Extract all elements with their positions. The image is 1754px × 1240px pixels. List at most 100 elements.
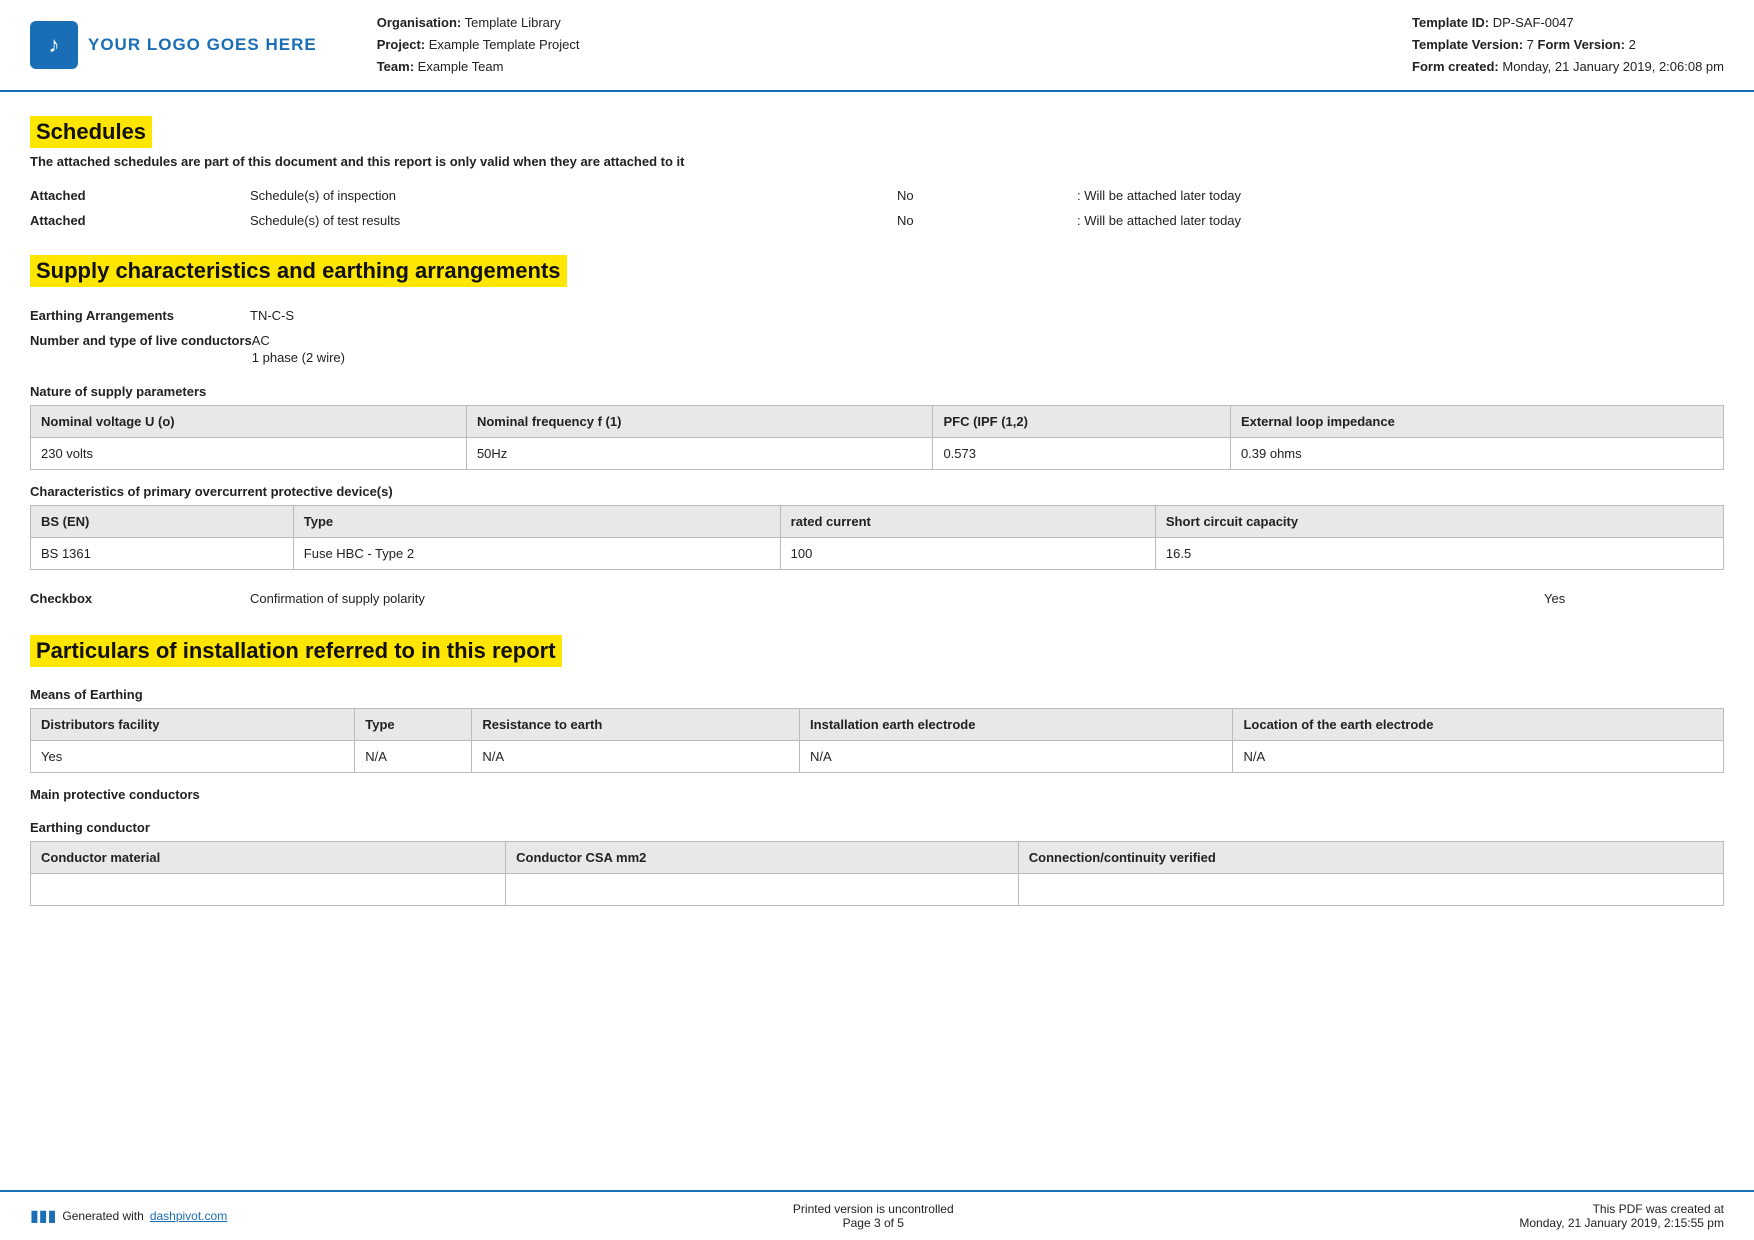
earthing-value: TN-C-S [250,308,1724,323]
earthing-conductor-label: Earthing conductor [30,820,1724,835]
overcurrent-col-3: Short circuit capacity [1155,506,1723,538]
schedule-row-1: Attached Schedule(s) of inspection No : … [30,183,1724,208]
earthing-col-0: Conductor material [31,842,506,874]
earthing-header-row: Conductor material Conductor CSA mm2 Con… [31,842,1724,874]
footer-left: ▮▮▮ Generated with dashpivot.com [30,1206,227,1226]
earthing-label: Earthing Arrangements [30,308,250,323]
supply-cell-0-2: 0.573 [933,438,1230,470]
overcurrent-col-2: rated current [780,506,1155,538]
header-right-info: Template ID: DP-SAF-0047 Template Versio… [1412,12,1724,78]
nature-label: Nature of supply parameters [30,384,1724,399]
overcurrent-label: Characteristics of primary overcurrent p… [30,484,1724,499]
supply-col-1: Nominal frequency f (1) [466,406,933,438]
earthing-empty-0 [31,874,506,906]
supply-title: Supply characteristics and earthing arra… [30,255,567,287]
overcurrent-cell-0-3: 16.5 [1155,538,1723,570]
particulars-section: Particulars of installation referred to … [30,635,1724,906]
means-col-1: Type [355,709,472,741]
conductors-value: AC 1 phase (2 wire) [252,333,1724,365]
header-center-info: Organisation: Template Library Project: … [337,12,1392,78]
footer-right: This PDF was created at Monday, 21 Janua… [1519,1202,1724,1230]
schedule-description-1: Schedule(s) of inspection [250,188,897,203]
earthing-empty-1 [506,874,1019,906]
schedule-description-2: Schedule(s) of test results [250,213,897,228]
checkbox-description: Confirmation of supply polarity [250,591,1544,606]
means-table-row: Yes N/A N/A N/A N/A [31,741,1724,773]
main-conductors-label: Main protective conductors [30,787,1724,802]
conductors-row: Number and type of live conductors AC 1 … [30,328,1724,370]
page-header: ♪ YOUR LOGO GOES HERE Organisation: Temp… [0,0,1754,92]
means-cell-0-4: N/A [1233,741,1724,773]
means-col-3: Installation earth electrode [800,709,1233,741]
supply-table-header-row: Nominal voltage U (o) Nominal frequency … [31,406,1724,438]
supply-col-0: Nominal voltage U (o) [31,406,467,438]
footer-center: Printed version is uncontrolled Page 3 o… [793,1202,954,1230]
earthing-row: Earthing Arrangements TN-C-S [30,303,1724,328]
overcurrent-col-0: BS (EN) [31,506,294,538]
means-col-4: Location of the earth electrode [1233,709,1724,741]
schedule-label-1: Attached [30,188,250,203]
overcurrent-header-row: BS (EN) Type rated current Short circuit… [31,506,1724,538]
created-label: This PDF was created at [1519,1202,1724,1216]
form-created-line: Form created: Monday, 21 January 2019, 2… [1412,56,1724,78]
project-line: Project: Example Template Project [377,34,1392,56]
checkbox-value: Yes [1544,591,1724,606]
dashpivot-link[interactable]: dashpivot.com [150,1209,227,1223]
uncontrolled-label: Printed version is uncontrolled [793,1202,954,1216]
schedule-label-2: Attached [30,213,250,228]
earthing-col-2: Connection/continuity verified [1018,842,1723,874]
earthing-conductor-table: Conductor material Conductor CSA mm2 Con… [30,841,1724,906]
means-cell-0-1: N/A [355,741,472,773]
logo-text: YOUR LOGO GOES HERE [88,35,317,55]
logo-area: ♪ YOUR LOGO GOES HERE [30,12,317,78]
means-header-row: Distributors facility Type Resistance to… [31,709,1724,741]
means-label: Means of Earthing [30,687,1724,702]
means-cell-0-2: N/A [472,741,800,773]
overcurrent-table: BS (EN) Type rated current Short circuit… [30,505,1724,570]
supply-table-row: 230 volts 50Hz 0.573 0.39 ohms [31,438,1724,470]
particulars-title: Particulars of installation referred to … [30,635,562,667]
main-content: Schedules The attached schedules are par… [0,92,1754,940]
page-number: Page 3 of 5 [793,1216,954,1230]
overcurrent-col-1: Type [293,506,780,538]
earthing-table-empty-row [31,874,1724,906]
schedule-row-2: Attached Schedule(s) of test results No … [30,208,1724,233]
means-cell-0-3: N/A [800,741,1233,773]
overcurrent-cell-0-1: Fuse HBC - Type 2 [293,538,780,570]
conductors-label: Number and type of live conductors [30,333,252,348]
means-cell-0-0: Yes [31,741,355,773]
schedule-status-2: No [897,213,1077,228]
dashpivot-icon: ▮▮▮ [30,1206,56,1226]
supply-col-2: PFC (IPF (1,2) [933,406,1230,438]
page-footer: ▮▮▮ Generated with dashpivot.com Printed… [0,1190,1754,1240]
template-version-line: Template Version: 7 Form Version: 2 [1412,34,1724,56]
supply-col-3: External loop impedance [1230,406,1723,438]
supply-cell-0-0: 230 volts [31,438,467,470]
org-line: Organisation: Template Library [377,12,1392,34]
schedules-section: Schedules The attached schedules are par… [30,116,1724,233]
generated-label: Generated with [62,1209,143,1223]
means-table: Distributors facility Type Resistance to… [30,708,1724,773]
schedule-note-2: : Will be attached later today [1077,213,1724,228]
created-value: Monday, 21 January 2019, 2:15:55 pm [1519,1216,1724,1230]
supply-cell-0-1: 50Hz [466,438,933,470]
schedule-note-1: : Will be attached later today [1077,188,1724,203]
supply-table: Nominal voltage U (o) Nominal frequency … [30,405,1724,470]
schedules-title: Schedules [30,116,152,148]
conductors-value2: 1 phase (2 wire) [252,350,1724,365]
schedule-status-1: No [897,188,1077,203]
earthing-empty-2 [1018,874,1723,906]
means-col-0: Distributors facility [31,709,355,741]
schedules-subtitle: The attached schedules are part of this … [30,154,1724,169]
overcurrent-cell-0-2: 100 [780,538,1155,570]
overcurrent-table-row: BS 1361 Fuse HBC - Type 2 100 16.5 [31,538,1724,570]
supply-cell-0-3: 0.39 ohms [1230,438,1723,470]
checkbox-label: Checkbox [30,591,250,606]
supply-section: Supply characteristics and earthing arra… [30,255,1724,613]
overcurrent-cell-0-0: BS 1361 [31,538,294,570]
means-col-2: Resistance to earth [472,709,800,741]
team-line: Team: Example Team [377,56,1392,78]
checkbox-row: Checkbox Confirmation of supply polarity… [30,584,1724,613]
earthing-col-1: Conductor CSA mm2 [506,842,1019,874]
logo-icon: ♪ [30,21,78,69]
